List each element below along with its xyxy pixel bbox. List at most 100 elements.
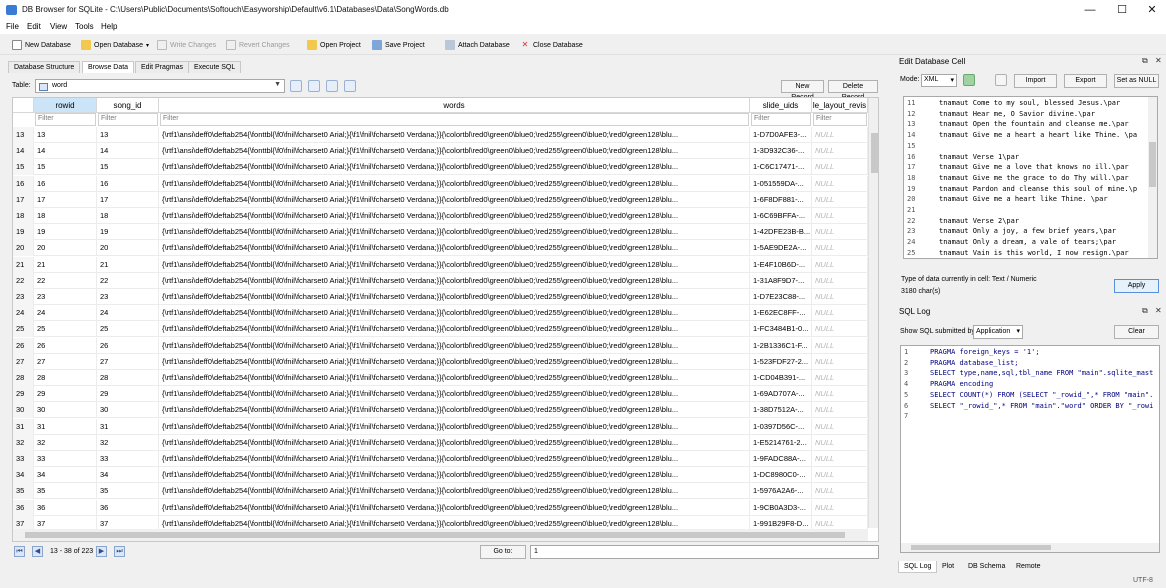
cell-words[interactable]: {\rtf1\ansi\deff0\deftab254{\fonttbl{\f0… [159,159,750,176]
sql-log-scrollbar[interactable] [901,543,1159,552]
row-number[interactable]: 15 [13,159,34,176]
table-row[interactable]: 28 28 28 {\rtf1\ansi\deff0\deftab254{\fontt… [13,370,868,386]
cell-words[interactable]: {\rtf1\ansi\deff0\deftab254{\fonttbl{\f0… [159,451,750,467]
row-number[interactable]: 19 [13,224,34,241]
save-project-button[interactable]: Save Project [372,38,425,52]
cell-layout-revision[interactable]: NULL [812,272,868,289]
cell-rowid[interactable]: 14 [34,143,97,160]
cell-rowid[interactable]: 20 [34,240,97,257]
cell-rowid[interactable]: 29 [34,386,97,403]
horizontal-scrollbar[interactable] [13,529,868,541]
cell-layout-revision[interactable]: NULL [812,159,868,176]
table-row[interactable]: 15 15 15 {\rtf1\ansi\deff0\deftab254{\fontt… [13,159,868,176]
cell-song-id[interactable]: 22 [97,272,159,289]
table-row[interactable]: 21 21 21 {\rtf1\ansi\deff0\deftab254{\fontt… [13,256,868,273]
table-row[interactable]: 17 17 17 {\rtf1\ansi\deff0\deftab254{\fontt… [13,191,868,208]
cell-words[interactable]: {\rtf1\ansi\deff0\deftab254{\fonttbl{\f0… [159,353,750,370]
cell-words[interactable]: {\rtf1\ansi\deff0\deftab254{\fonttbl{\f0… [159,467,750,484]
goto-button[interactable]: Go to: [480,545,526,559]
cell-rowid[interactable]: 19 [34,224,97,241]
row-number[interactable]: 17 [13,191,34,208]
undock-icon[interactable]: ⧉ [1142,306,1148,316]
cell-rowid[interactable]: 17 [34,191,97,208]
cell-slide-uids[interactable]: 1-6C69BFFA-... [750,208,812,224]
table-row[interactable]: 26 26 26 {\rtf1\ansi\deff0\deftab254{\fontt… [13,337,868,354]
cell-words[interactable]: {\rtf1\ansi\deff0\deftab254{\fonttbl{\f0… [159,402,750,419]
cell-slide-uids[interactable]: 1-E4F10B6D-... [750,256,812,273]
cell-slide-uids[interactable]: 1-3D932C36-... [750,143,812,160]
row-number[interactable]: 14 [13,143,34,160]
save-filter-icon[interactable] [344,80,356,92]
cell-song-id[interactable]: 16 [97,175,159,192]
cell-layout-revision[interactable]: NULL [812,402,868,419]
revert-changes-button[interactable]: Revert Changes [226,38,290,52]
tab-remote[interactable]: Remote [1011,561,1046,573]
goto-input[interactable]: 1 [530,545,879,559]
cell-song-id[interactable]: 28 [97,370,159,386]
cell-rowid[interactable]: 18 [34,208,97,224]
cell-song-id[interactable]: 21 [97,256,159,273]
cell-slide-uids[interactable]: 1-0397D56C-... [750,418,812,435]
new-database-button[interactable]: New Database [12,38,71,52]
cell-song-id[interactable]: 17 [97,191,159,208]
tab-db-schema[interactable]: DB Schema [963,561,1010,573]
cell-rowid[interactable]: 32 [34,434,97,451]
close-window-button[interactable]: ✕ [1137,0,1166,20]
vertical-scrollbar[interactable] [868,98,878,528]
cell-slide-uids[interactable]: 1-D7E23C88-... [750,289,812,305]
cell-rowid[interactable]: 13 [34,127,97,143]
cell-song-id[interactable]: 18 [97,208,159,224]
cell-rowid[interactable]: 25 [34,321,97,338]
cell-layout-revision[interactable]: NULL [812,256,868,273]
table-row[interactable]: 13 13 13 {\rtf1\ansi\deff0\deftab254{\fontt… [13,127,868,143]
table-select[interactable]: word ▼ [35,79,285,93]
menu-help[interactable]: Help [101,22,117,31]
cell-words[interactable]: {\rtf1\ansi\deff0\deftab254{\fonttbl{\f0… [159,240,750,257]
maximize-button[interactable]: ☐ [1107,0,1137,20]
cell-slide-uids[interactable]: 1-C6C17471-... [750,159,812,176]
cell-slide-uids[interactable]: 1-38D7512A-... [750,402,812,419]
cell-words[interactable]: {\rtf1\ansi\deff0\deftab254{\fonttbl{\f0… [159,386,750,403]
cell-layout-revision[interactable]: NULL [812,353,868,370]
column-header-layout-revision[interactable]: le_layout_revis [812,98,868,113]
cell-slide-uids[interactable]: 1-2B1336C1-F... [750,337,812,354]
close-database-button[interactable]: ✕ Close Database [520,38,583,52]
column-header-words[interactable]: words [159,98,750,113]
cell-slide-uids[interactable]: 1-9FADC88A-... [750,451,812,467]
table-row[interactable]: 36 36 36 {\rtf1\ansi\deff0\deftab254{\fontt… [13,499,868,516]
row-number[interactable]: 27 [13,353,34,370]
cell-song-id[interactable]: 26 [97,337,159,354]
cell-words[interactable]: {\rtf1\ansi\deff0\deftab254{\fonttbl{\f0… [159,272,750,289]
table-row[interactable]: 23 23 23 {\rtf1\ansi\deff0\deftab254{\fontt… [13,289,868,305]
table-row[interactable]: 20 20 20 {\rtf1\ansi\deff0\deftab254{\fontt… [13,240,868,257]
cell-song-id[interactable]: 13 [97,127,159,143]
cell-rowid[interactable]: 35 [34,483,97,500]
cell-words[interactable]: {\rtf1\ansi\deff0\deftab254{\fonttbl{\f0… [159,305,750,322]
cell-layout-revision[interactable]: NULL [812,305,868,322]
cell-slide-uids[interactable]: 1-5AE9DE2A-... [750,240,812,257]
cell-song-id[interactable]: 27 [97,353,159,370]
cell-editor[interactable]: 11 tnamaut Come to my soul, blessed Jesus… [903,96,1158,259]
cell-words[interactable]: {\rtf1\ansi\deff0\deftab254{\fonttbl{\f0… [159,127,750,143]
tab-edit-pragmas[interactable]: Edit Pragmas [135,61,190,73]
column-header-song-id[interactable]: song_id [97,98,159,113]
cell-song-id[interactable]: 20 [97,240,159,257]
menu-view[interactable]: View [50,22,67,31]
cell-slide-uids[interactable]: 1-051559DA-... [750,175,812,192]
row-number[interactable]: 36 [13,499,34,516]
cell-song-id[interactable]: 31 [97,418,159,435]
cell-song-id[interactable]: 14 [97,143,159,160]
export-button[interactable]: Export [1064,74,1107,88]
word-wrap-icon[interactable] [995,74,1007,86]
table-row[interactable]: 27 27 27 {\rtf1\ansi\deff0\deftab254{\fontt… [13,353,868,370]
cell-words[interactable]: {\rtf1\ansi\deff0\deftab254{\fonttbl{\f0… [159,175,750,192]
filter-slide-uids[interactable]: Filter [751,113,811,126]
row-number[interactable]: 21 [13,256,34,273]
undock-icon[interactable]: ⧉ [1142,56,1148,66]
row-number[interactable]: 29 [13,386,34,403]
cell-words[interactable]: {\rtf1\ansi\deff0\deftab254{\fonttbl{\f0… [159,418,750,435]
menu-edit[interactable]: Edit [27,22,41,31]
filter-song-id[interactable]: Filter [98,113,158,126]
row-number[interactable]: 22 [13,272,34,289]
cell-slide-uids[interactable]: 1-CD04B391-... [750,370,812,386]
